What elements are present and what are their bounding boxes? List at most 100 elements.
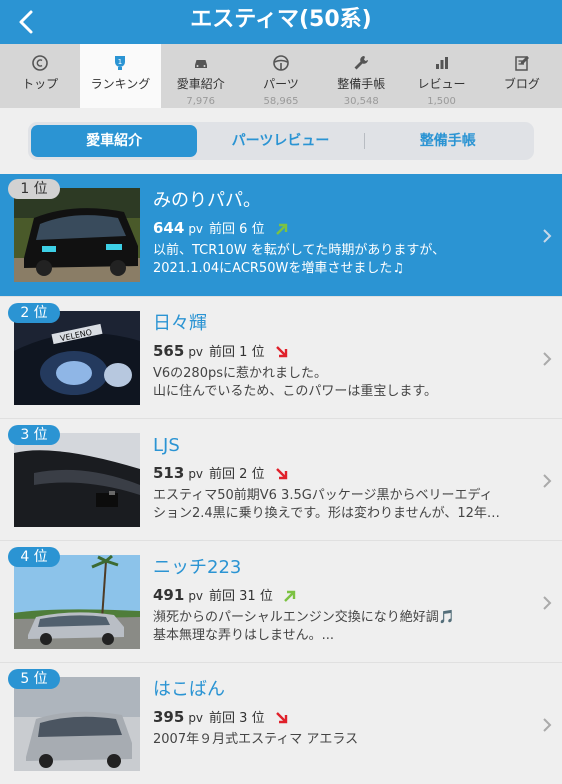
pv-count: 513 xyxy=(153,464,185,482)
trend-down-icon xyxy=(275,468,287,480)
segment-area: 愛車紹介 パーツレビュー 整備手帳 xyxy=(0,108,562,174)
segment-car-intro[interactable]: 愛車紹介 xyxy=(31,125,198,157)
ranking-icon: 1 xyxy=(115,56,126,70)
description-line: ション2.4黒に乗り換えです。形は変わりませんが、12年… xyxy=(153,506,500,521)
pv-count: 644 xyxy=(153,219,185,237)
tab-blog[interactable]: ブログ xyxy=(482,44,562,108)
car-photo-image xyxy=(14,677,140,771)
description-line: エスティマ50前期V6 3.5Gパッケージ黒からベリーエディ xyxy=(153,488,493,503)
svg-text:1: 1 xyxy=(118,58,122,66)
pv-unit: pv xyxy=(188,589,204,603)
stats-line: 395 pv 前回 3 位 xyxy=(153,707,289,729)
user-name[interactable]: ニッチ223 xyxy=(153,555,241,581)
description-line: 2007年９月式エスティマ アエラス xyxy=(153,732,359,747)
pv-count: 565 xyxy=(153,342,185,360)
segmented-control: 愛車紹介 パーツレビュー 整備手帳 xyxy=(28,122,534,160)
tab-car-intro[interactable]: 愛車紹介 7,976 xyxy=(161,44,241,108)
tab-count: 7,976 xyxy=(186,96,216,107)
pv-count: 491 xyxy=(153,586,185,604)
description-line: 瀕死からのパーシャルエンジン交換になり絶好調🎵 xyxy=(153,610,455,625)
previous-rank: 前回 6 位 xyxy=(209,222,265,237)
car-photo-image xyxy=(14,555,140,649)
description: 以前、TCR10W を転がしてた時期がありますが、 2021.1.04にACR5… xyxy=(153,242,523,278)
description-line: 基本無理な弄りはしません。... xyxy=(153,628,335,643)
tab-count: 58,965 xyxy=(263,96,299,107)
tab-ranking[interactable]: 1 ランキング xyxy=(80,44,161,108)
pv-count: 395 xyxy=(153,708,185,726)
rank-badge: 5 位 xyxy=(8,669,60,689)
segment-parts-review[interactable]: パーツレビュー xyxy=(197,125,363,157)
chevron-right-icon[interactable] xyxy=(541,351,553,367)
description: V6の280psに惹かれました。 山に住んでいるため、このパワーは重宝します。 xyxy=(153,365,523,401)
trend-down-icon xyxy=(275,712,287,724)
car-photo-image: VELENO xyxy=(14,311,140,405)
description-line: V6の280psに惹かれました。 xyxy=(153,366,328,381)
previous-rank: 前回 3 位 xyxy=(209,711,265,726)
trend-up-icon xyxy=(284,590,296,602)
tab-label: トップ xyxy=(22,77,59,91)
tab-label: 整備手帳 xyxy=(337,77,386,91)
description-line: 山に住んでいるため、このパワーは重宝します。 xyxy=(153,384,438,399)
chevron-right-icon[interactable] xyxy=(541,717,553,733)
steering-wheel-icon xyxy=(273,55,289,71)
car-photo xyxy=(14,188,140,282)
tab-label: ランキング xyxy=(90,77,151,91)
tab-count: 1,500 xyxy=(427,96,456,107)
previous-rank: 前回 31 位 xyxy=(209,589,273,604)
car-photo xyxy=(14,433,140,527)
tab-maintenance[interactable]: 整備手帳 30,548 xyxy=(321,44,401,108)
user-name[interactable]: LJS xyxy=(153,433,180,459)
ranking-item[interactable]: 4 位 ニッチ223 491 pv 前回 31 位 瀕死からのパーシャルエンジン交換… xyxy=(0,540,562,662)
trend-up-icon xyxy=(275,223,287,235)
description: エスティマ50前期V6 3.5Gパッケージ黒からベリーエディ ション2.4黒に乗… xyxy=(153,487,523,523)
review-icon xyxy=(435,57,448,69)
ranking-item[interactable]: 3 位 LJS 513 pv 前回 2 位 エスティマ50前期V6 3.5Gパッケー… xyxy=(0,418,562,540)
user-name[interactable]: 日々輝 xyxy=(153,311,207,337)
rank-badge: 1 位 xyxy=(8,179,60,199)
car-photo: VELENO xyxy=(14,311,140,405)
tab-review[interactable]: レビュー 1,500 xyxy=(401,44,481,108)
chevron-right-icon[interactable] xyxy=(541,228,553,244)
rank-badge: 2 位 xyxy=(8,303,60,323)
stats-line: 644 pv 前回 6 位 xyxy=(153,218,289,240)
tab-label: ブログ xyxy=(503,77,540,91)
tab-count: 30,548 xyxy=(343,96,379,107)
previous-rank: 前回 1 位 xyxy=(209,345,265,360)
description: 2007年９月式エスティマ アエラス xyxy=(153,731,523,749)
pv-unit: pv xyxy=(188,711,204,725)
tab-label: 愛車紹介 xyxy=(176,77,225,91)
rank-badge: 4 位 xyxy=(8,547,60,567)
ranking-list: 1 位 みのりパパ。 644 pv 前回 6 位 以前、TCR10W を転がしてた時… xyxy=(0,174,562,784)
wrench-icon xyxy=(354,56,369,70)
app-header: エスティマ(50系) xyxy=(0,0,562,44)
rank-badge: 3 位 xyxy=(8,425,60,445)
description-line: 2021.1.04にACR50Wを増車させました♫ xyxy=(153,261,404,276)
pv-unit: pv xyxy=(188,467,204,481)
ranking-item[interactable]: 1 位 みのりパパ。 644 pv 前回 6 位 以前、TCR10W を転がしてた時… xyxy=(0,174,562,296)
trend-down-icon xyxy=(275,346,287,358)
top-icon xyxy=(32,55,48,71)
chevron-right-icon[interactable] xyxy=(541,595,553,611)
segment-maintenance[interactable]: 整備手帳 xyxy=(365,125,531,157)
chevron-right-icon[interactable] xyxy=(541,473,553,489)
pv-unit: pv xyxy=(188,222,204,236)
tab-parts[interactable]: パーツ 58,965 xyxy=(241,44,321,108)
description-line: 以前、TCR10W を転がしてた時期がありますが、 xyxy=(153,243,446,258)
tab-top[interactable]: トップ xyxy=(0,44,80,108)
pv-unit: pv xyxy=(188,345,204,359)
category-tab-bar: トップ 1 ランキング 愛車紹介 7,976 パーツ 58,965 整備手帳 3… xyxy=(0,44,562,108)
description: 瀕死からのパーシャルエンジン交換になり絶好調🎵 基本無理な弄りはしません。... xyxy=(153,609,523,645)
tab-label: パーツ xyxy=(263,77,299,91)
ranking-item[interactable]: 5 位 はこばん 395 pv 前回 3 位 2007年９月式エスティマ アエラス xyxy=(0,662,562,784)
stats-line: 491 pv 前回 31 位 xyxy=(153,585,297,607)
user-name[interactable]: みのりパパ。 xyxy=(153,188,261,214)
blog-icon xyxy=(515,56,529,71)
ranking-item[interactable]: 2 位 VELENO 日々輝 565 pv 前回 1 位 V6の280psに惹かれま… xyxy=(0,296,562,418)
user-name[interactable]: はこばん xyxy=(153,677,225,703)
stats-line: 565 pv 前回 1 位 xyxy=(153,341,289,363)
previous-rank: 前回 2 位 xyxy=(209,467,265,482)
page-title: エスティマ(50系) xyxy=(190,7,372,32)
car-photo xyxy=(14,555,140,649)
stats-line: 513 pv 前回 2 位 xyxy=(153,463,289,485)
car-photo-image xyxy=(14,433,140,527)
